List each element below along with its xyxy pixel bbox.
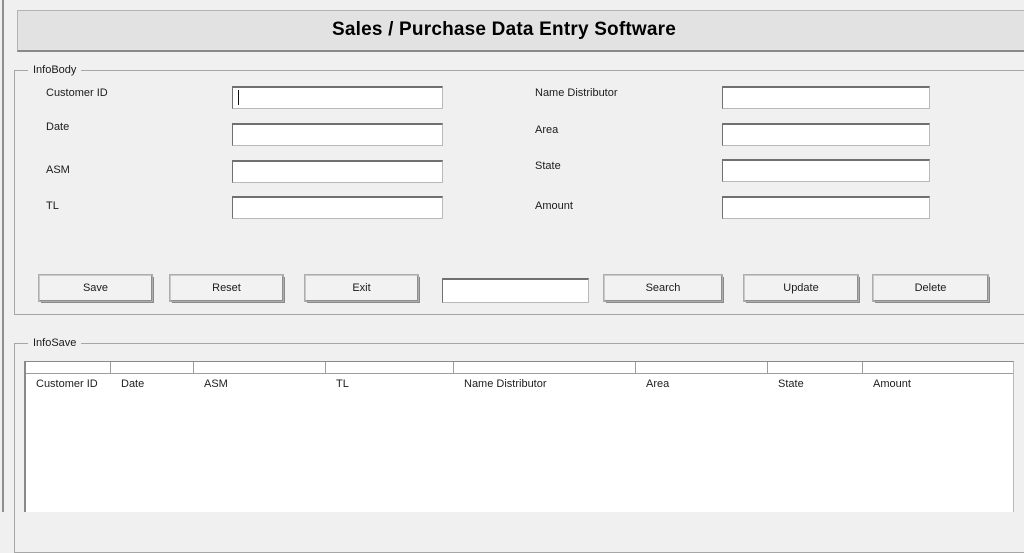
listview-header-strip[interactable] <box>26 362 1013 374</box>
asm-label: ASM <box>46 164 70 177</box>
list-header-cell[interactable] <box>636 362 768 373</box>
amount-label: Amount <box>535 200 573 213</box>
delete-button[interactable]: Delete <box>873 275 988 301</box>
tl-label: TL <box>46 200 59 213</box>
list-header-cell[interactable] <box>194 362 326 373</box>
infobody-group-label: InfoBody <box>28 64 81 77</box>
list-header-cell[interactable] <box>454 362 636 373</box>
records-listview[interactable]: Customer ID Date ASM TL Name Distributor… <box>24 361 1014 512</box>
column-label-customer-id: Customer ID <box>26 378 111 391</box>
customer-id-input[interactable] <box>232 86 443 109</box>
update-button[interactable]: Update <box>744 275 858 301</box>
area-label: Area <box>535 124 558 137</box>
list-header-cell[interactable] <box>768 362 863 373</box>
column-labels-row[interactable]: Customer ID Date ASM TL Name Distributor… <box>26 378 1013 391</box>
text-cursor <box>238 90 239 105</box>
name-distributor-label: Name Distributor <box>535 87 618 100</box>
asm-input[interactable] <box>232 160 443 183</box>
tl-input[interactable] <box>232 196 443 219</box>
save-button[interactable]: Save <box>39 275 152 301</box>
column-label-tl: TL <box>326 378 454 391</box>
search-button[interactable]: Search <box>604 275 722 301</box>
search-input[interactable] <box>442 278 589 303</box>
column-label-asm: ASM <box>194 378 326 391</box>
title-bar: Sales / Purchase Data Entry Software <box>17 10 1024 52</box>
date-label: Date <box>46 121 69 134</box>
name-distributor-input[interactable] <box>722 86 930 109</box>
list-header-cell[interactable] <box>326 362 454 373</box>
column-label-amount: Amount <box>863 378 1013 391</box>
list-header-cell[interactable] <box>26 362 111 373</box>
exit-button[interactable]: Exit <box>305 275 418 301</box>
column-label-state: State <box>768 378 863 391</box>
amount-input[interactable] <box>722 196 930 219</box>
date-input[interactable] <box>232 123 443 146</box>
column-label-area: Area <box>636 378 768 391</box>
list-header-cell[interactable] <box>111 362 194 373</box>
area-input[interactable] <box>722 123 930 146</box>
page-title: Sales / Purchase Data Entry Software <box>18 11 990 49</box>
column-label-name-distributor: Name Distributor <box>454 378 636 391</box>
state-input[interactable] <box>722 159 930 182</box>
state-label: State <box>535 160 561 173</box>
list-header-cell[interactable] <box>863 362 1013 373</box>
infosave-group-label: InfoSave <box>28 337 81 350</box>
customer-id-label: Customer ID <box>46 87 108 100</box>
reset-button[interactable]: Reset <box>170 275 283 301</box>
window-left-edge <box>2 0 4 512</box>
column-label-date: Date <box>111 378 194 391</box>
